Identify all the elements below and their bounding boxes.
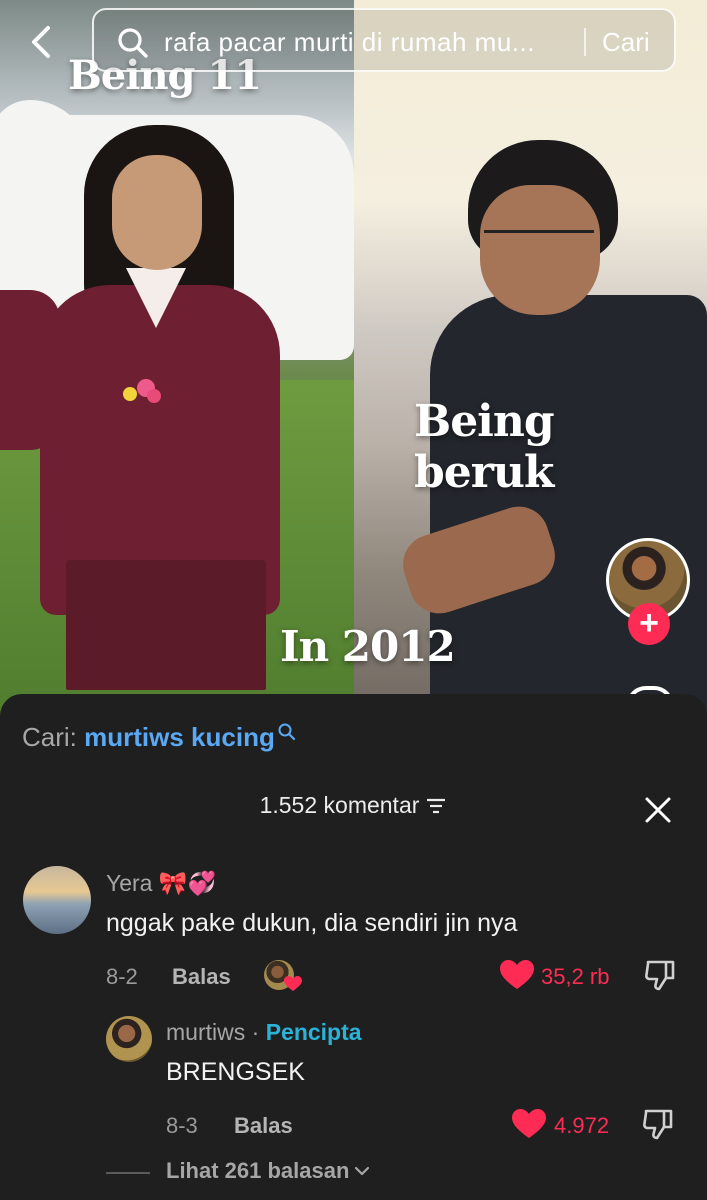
like-count: 35,2 rb bbox=[541, 964, 610, 989]
reply-button[interactable]: Balas bbox=[172, 964, 231, 990]
suggestion-query[interactable]: murtiws kucing bbox=[84, 722, 275, 752]
suggestion-label: Cari: bbox=[22, 722, 77, 752]
view-replies-button[interactable]: Lihat 261 balasan bbox=[166, 1158, 370, 1184]
reply-button[interactable]: Balas bbox=[234, 1113, 293, 1139]
comments-header: 1.552 komentar bbox=[0, 792, 707, 819]
video-left-panel bbox=[0, 0, 354, 720]
boy-shirt bbox=[430, 295, 707, 720]
search-input[interactable]: rafa pacar murti di rumah mu... bbox=[164, 27, 574, 58]
name-separator: · bbox=[251, 1019, 260, 1045]
comment-text: BRENGSEK bbox=[166, 1058, 305, 1086]
back-icon[interactable] bbox=[24, 22, 60, 62]
comment-author-row[interactable]: murtiws · Pencipta bbox=[166, 1019, 362, 1046]
creator-badge: Pencipta bbox=[265, 1019, 362, 1045]
search-button[interactable]: Cari bbox=[602, 27, 650, 58]
filter-icon[interactable] bbox=[425, 797, 447, 815]
video-player[interactable]: Being 11 Being beruk In 2012 bbox=[0, 0, 707, 720]
boy-glasses bbox=[484, 230, 594, 260]
comment-author[interactable]: Yera 🎀💞 bbox=[106, 870, 216, 897]
flower-icon bbox=[123, 379, 161, 403]
video-caption-bottom: In 2012 bbox=[280, 622, 456, 671]
comment-text: nggak pake dukun, dia sendiri jin nya bbox=[106, 909, 518, 937]
comment-date: 8-2 bbox=[106, 964, 138, 989]
search-suggestion[interactable]: Cari: murtiws kucing bbox=[22, 722, 297, 753]
search-icon bbox=[118, 28, 148, 58]
comment-date: 8-3 bbox=[166, 1113, 198, 1138]
avatar[interactable] bbox=[106, 1016, 152, 1062]
video-caption-middle: Being beruk bbox=[414, 396, 555, 498]
like-count: 4.972 bbox=[554, 1113, 610, 1138]
comment-author[interactable]: murtiws bbox=[166, 1019, 245, 1045]
comment-count: 1.552 komentar bbox=[259, 792, 420, 818]
chevron-down-icon bbox=[355, 1166, 370, 1176]
avatar[interactable] bbox=[23, 866, 91, 934]
heart-icon bbox=[284, 976, 302, 991]
comments-sheet: Cari: murtiws kucing 1.552 komentar Yera… bbox=[0, 694, 707, 1200]
search-bar[interactable]: rafa pacar murti di rumah mu... Cari bbox=[92, 8, 676, 72]
search-icon bbox=[278, 723, 295, 741]
plus-icon: + bbox=[639, 604, 659, 642]
replies-divider bbox=[106, 1172, 150, 1174]
girl-skirt bbox=[66, 560, 266, 690]
heart-icon[interactable] bbox=[500, 960, 534, 990]
heart-icon[interactable] bbox=[512, 1109, 546, 1139]
view-replies-label: Lihat 261 balasan bbox=[166, 1158, 350, 1183]
girl-face bbox=[112, 155, 202, 270]
dislike-icon[interactable] bbox=[644, 958, 676, 992]
follow-button[interactable]: + bbox=[628, 603, 670, 645]
dislike-icon[interactable] bbox=[642, 1107, 674, 1141]
search-divider bbox=[584, 28, 586, 56]
close-icon[interactable] bbox=[642, 794, 674, 826]
